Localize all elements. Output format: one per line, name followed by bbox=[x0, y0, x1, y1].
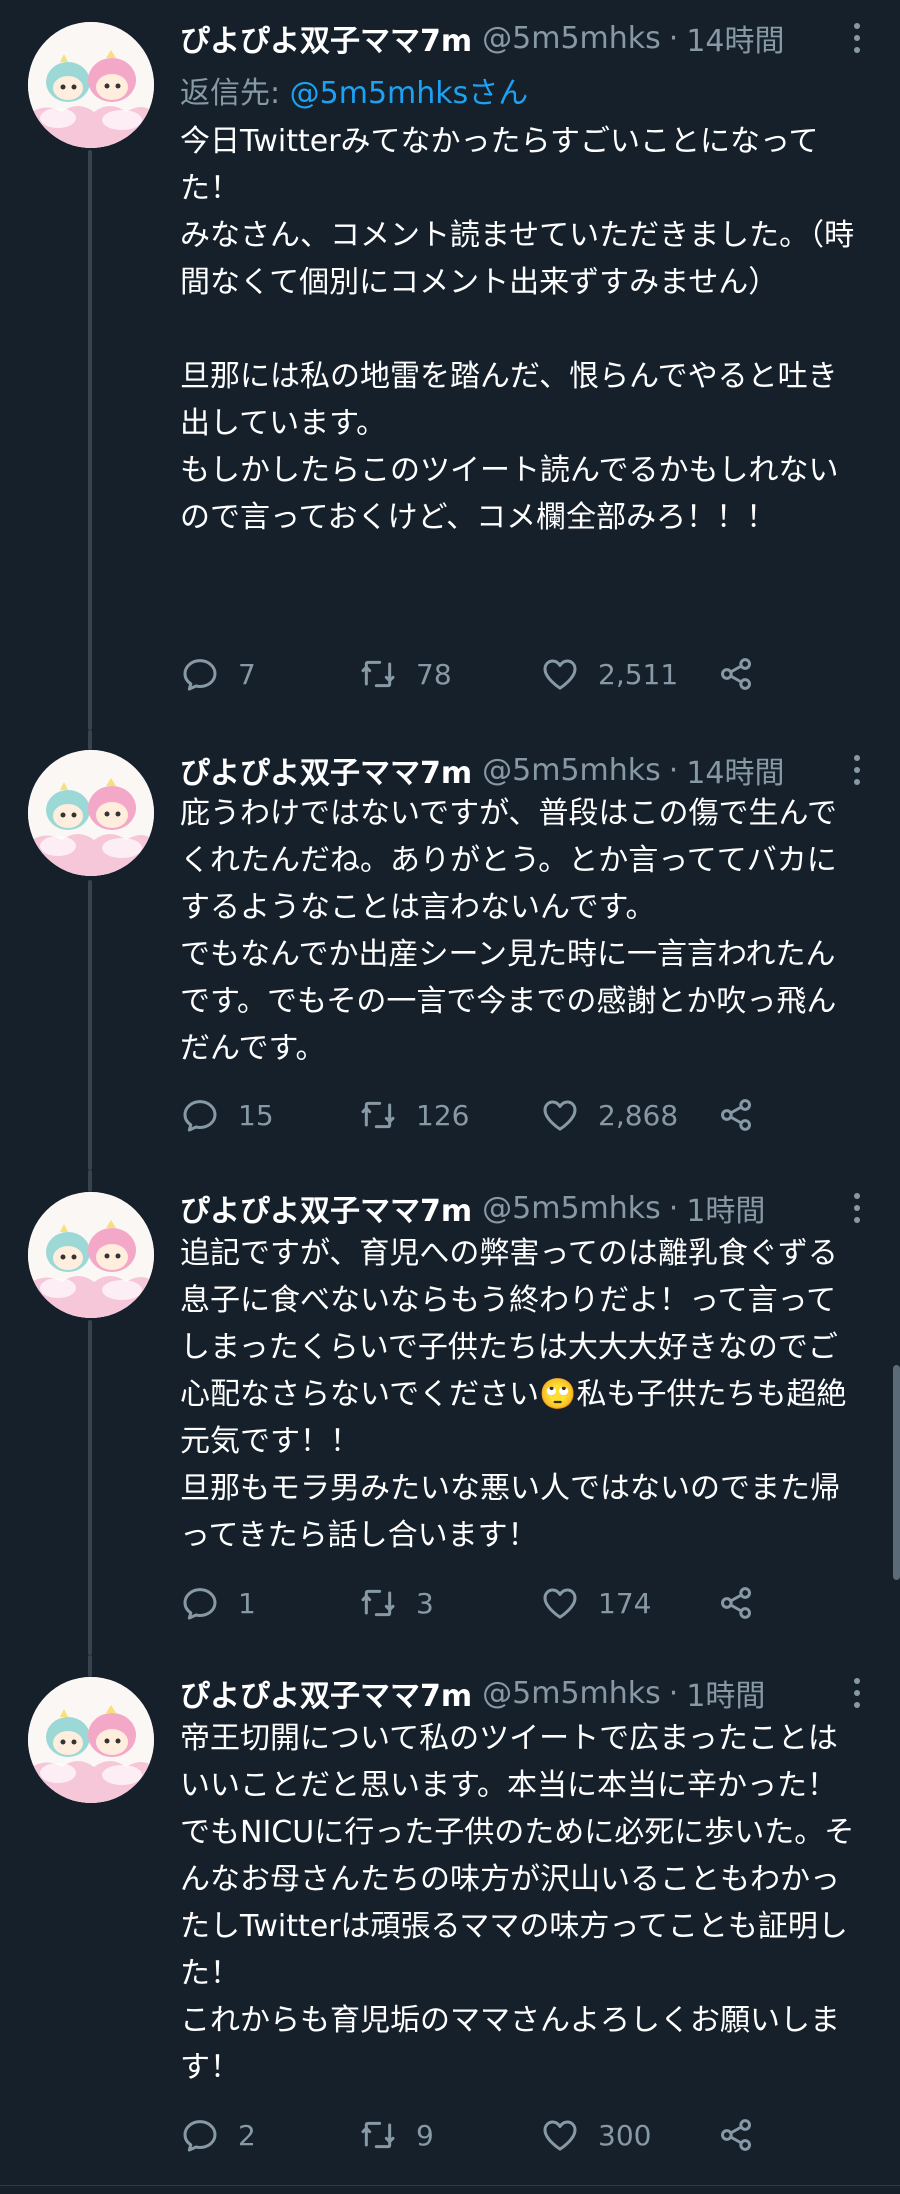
retweet-count: 126 bbox=[416, 1098, 470, 1132]
tweet-header: ぴよぴよ双子ママ7m @5m5mhks · 1時間 bbox=[180, 1671, 860, 1715]
retweet-icon bbox=[358, 2115, 398, 2155]
like-count: 174 bbox=[598, 1586, 652, 1620]
like-count: 2,511 bbox=[598, 657, 679, 691]
tweet[interactable]: ぴよぴよ双子ママ7m @5m5mhks · 1時間 追記ですが、育児への弊害って… bbox=[0, 1170, 900, 1655]
separator: · bbox=[668, 20, 679, 56]
retweet-count: 78 bbox=[416, 657, 452, 691]
reply-icon bbox=[180, 2115, 220, 2155]
like-icon bbox=[540, 1583, 580, 1623]
user-handle[interactable]: @5m5mhks bbox=[482, 1676, 661, 1711]
reply-count: 1 bbox=[238, 1586, 256, 1620]
divider bbox=[0, 2185, 900, 2186]
tweet-header: ぴよぴよ双子ママ7m @5m5mhks · 14時間 bbox=[180, 748, 860, 792]
retweet-icon bbox=[358, 1095, 398, 1135]
separator: · bbox=[668, 1190, 679, 1226]
scrollbar[interactable] bbox=[893, 1365, 900, 1580]
share-button[interactable] bbox=[716, 652, 756, 696]
avatar[interactable] bbox=[28, 1192, 154, 1318]
share-button[interactable] bbox=[716, 1581, 756, 1625]
thread-line bbox=[88, 730, 92, 750]
thread-line bbox=[88, 1320, 92, 1655]
like-count: 300 bbox=[598, 2118, 652, 2152]
tweet-actions: 15 126 2,868 bbox=[180, 1093, 800, 1137]
share-button[interactable] bbox=[716, 1093, 756, 1137]
reply-button[interactable]: 7 bbox=[180, 652, 256, 696]
reply-icon bbox=[180, 1095, 220, 1135]
retweet-count: 3 bbox=[416, 1586, 434, 1620]
share-button[interactable] bbox=[716, 2113, 756, 2157]
timestamp[interactable]: 1時間 bbox=[686, 1671, 765, 1715]
like-button[interactable]: 2,868 bbox=[540, 1093, 678, 1137]
thread-line bbox=[88, 1655, 92, 1677]
tweet[interactable]: ぴよぴよ双子ママ7m @5m5mhks · 14時間 庇うわけではないですが、普… bbox=[0, 730, 900, 1170]
retweet-button[interactable]: 3 bbox=[358, 1581, 434, 1625]
more-icon[interactable] bbox=[842, 752, 872, 788]
tweet-actions: 2 9 300 bbox=[180, 2113, 800, 2157]
avatar[interactable] bbox=[28, 750, 154, 876]
share-icon bbox=[716, 1583, 756, 1623]
user-handle[interactable]: @5m5mhks bbox=[482, 21, 661, 56]
reply-count: 7 bbox=[238, 657, 256, 691]
timestamp[interactable]: 14時間 bbox=[686, 16, 784, 60]
reply-button[interactable]: 2 bbox=[180, 2113, 256, 2157]
tweet-actions: 7 78 2,511 bbox=[180, 652, 800, 696]
reply-count: 15 bbox=[238, 1098, 274, 1132]
reply-icon bbox=[180, 654, 220, 694]
share-icon bbox=[716, 2115, 756, 2155]
tweet-actions: 1 3 174 bbox=[180, 1581, 800, 1625]
retweet-button[interactable]: 78 bbox=[358, 652, 452, 696]
like-button[interactable]: 2,511 bbox=[540, 652, 678, 696]
display-name[interactable]: ぴよぴよ双子ママ7m bbox=[180, 1186, 472, 1230]
tweet-text: 帝王切開について私のツイートで広まったことはいいことだと思います。本当に本当に辛… bbox=[180, 1721, 855, 2085]
reply-to-label: 返信先: bbox=[180, 76, 290, 111]
share-icon bbox=[716, 654, 756, 694]
reply-to-mention[interactable]: @5m5mhksさん bbox=[290, 76, 529, 111]
display-name[interactable]: ぴよぴよ双子ママ7m bbox=[180, 748, 472, 792]
user-handle[interactable]: @5m5mhks bbox=[482, 1191, 661, 1226]
tweet-text: 追記ですが、育児への弊害ってのは離乳食ぐずる息子に食べないならもう終わりだよ！っ… bbox=[180, 1236, 847, 1553]
reply-icon bbox=[180, 1583, 220, 1623]
reply-to: 返信先: @5m5mhksさん bbox=[180, 68, 528, 112]
avatar[interactable] bbox=[28, 22, 154, 148]
thread-line bbox=[88, 880, 92, 1170]
thread-line bbox=[88, 150, 92, 730]
timestamp[interactable]: 1時間 bbox=[686, 1186, 765, 1230]
retweet-button[interactable]: 9 bbox=[358, 2113, 434, 2157]
separator: · bbox=[668, 1675, 679, 1711]
reply-button[interactable]: 15 bbox=[180, 1093, 274, 1137]
tweet[interactable]: ぴよぴよ双子ママ7m @5m5mhks · 1時間 帝王切開について私のツイート… bbox=[0, 1655, 900, 2185]
like-icon bbox=[540, 2115, 580, 2155]
like-icon bbox=[540, 654, 580, 694]
tweet[interactable]: ぴよぴよ双子ママ7m @5m5mhks · 14時間 返信先: @5m5mhks… bbox=[0, 0, 900, 730]
timestamp[interactable]: 14時間 bbox=[686, 748, 784, 792]
tweet-text: 庇うわけではないですが、普段はこの傷で生んでくれたんだね。ありがとう。とか言って… bbox=[180, 796, 837, 1066]
like-icon bbox=[540, 1095, 580, 1135]
user-handle[interactable]: @5m5mhks bbox=[482, 753, 661, 788]
avatar[interactable] bbox=[28, 1677, 154, 1803]
tweet-header: ぴよぴよ双子ママ7m @5m5mhks · 14時間 bbox=[180, 16, 860, 60]
like-button[interactable]: 174 bbox=[540, 1581, 651, 1625]
display-name[interactable]: ぴよぴよ双子ママ7m bbox=[180, 16, 472, 60]
tweet-header: ぴよぴよ双子ママ7m @5m5mhks · 1時間 bbox=[180, 1186, 860, 1230]
like-button[interactable]: 300 bbox=[540, 2113, 651, 2157]
share-icon bbox=[716, 1095, 756, 1135]
thread-line bbox=[88, 1170, 92, 1192]
reply-button[interactable]: 1 bbox=[180, 1581, 256, 1625]
tweet-thread: ぴよぴよ双子ママ7m @5m5mhks · 14時間 返信先: @5m5mhks… bbox=[0, 0, 900, 2194]
retweet-icon bbox=[358, 1583, 398, 1623]
tweet-text: 今日Twitterみてなかったらすごいことになってた！ みなさん、コメント読ませ… bbox=[180, 124, 855, 535]
separator: · bbox=[668, 752, 679, 788]
reply-count: 2 bbox=[238, 2118, 256, 2152]
retweet-icon bbox=[358, 654, 398, 694]
retweet-button[interactable]: 126 bbox=[358, 1093, 469, 1137]
retweet-count: 9 bbox=[416, 2118, 434, 2152]
display-name[interactable]: ぴよぴよ双子ママ7m bbox=[180, 1671, 472, 1715]
more-icon[interactable] bbox=[842, 20, 872, 56]
more-icon[interactable] bbox=[842, 1190, 872, 1226]
like-count: 2,868 bbox=[598, 1098, 679, 1132]
more-icon[interactable] bbox=[842, 1675, 872, 1711]
